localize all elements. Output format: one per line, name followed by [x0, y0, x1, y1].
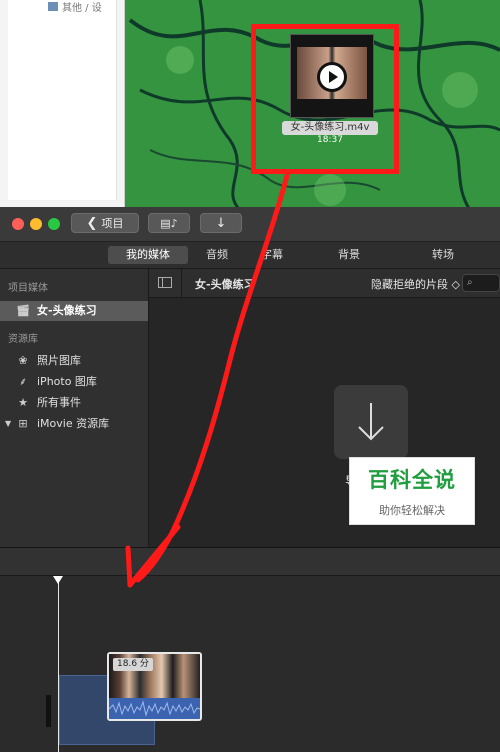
disclosure-triangle-icon[interactable]: ▼ — [5, 414, 11, 434]
tab-audio[interactable]: 音频 — [195, 246, 239, 264]
minimize-window-button[interactable] — [30, 218, 42, 230]
zoom-window-button[interactable] — [48, 218, 60, 230]
download-arrow-icon — [358, 403, 384, 441]
browser-toolbar: 女-头像练习 隐藏拒绝的片段 ◇ ⌕ — [149, 269, 500, 298]
finder-top-item[interactable]: 其他 / 设 — [48, 0, 118, 14]
browser-title: 女-头像练习 — [195, 278, 255, 291]
timeline-header — [0, 548, 500, 576]
sidebar-item-photos[interactable]: ❀ 照片图库 — [0, 351, 148, 371]
sidebar-item-label: iMovie 资源库 — [37, 417, 110, 430]
folder-icon — [48, 2, 58, 11]
close-window-button[interactable] — [12, 218, 24, 230]
media-browser-button[interactable]: ▤♪ — [148, 213, 190, 233]
arrow-down-icon: ↓ — [215, 216, 227, 231]
tab-transitions[interactable]: 转场 — [420, 246, 466, 264]
content-tab-bar: 我的媒体 音频 字幕 背景 转场 — [0, 242, 500, 269]
sidebar-item-iphoto[interactable]: ⸙ iPhoto 图库 — [0, 372, 148, 392]
finder-window: 其他 / 设 — [0, 0, 125, 210]
sidebar-item-label: 所有事件 — [37, 396, 81, 409]
grid-icon: ⊞ — [18, 417, 28, 430]
tab-backgrounds[interactable]: 背景 — [326, 246, 372, 264]
chevron-left-icon: ❮ — [86, 216, 98, 231]
sidebar-toggle-icon[interactable] — [158, 277, 172, 288]
tab-titles[interactable]: 字幕 — [250, 246, 294, 264]
sidebar-item-imovie-library[interactable]: ▼ ⊞ iMovie 资源库 — [0, 414, 148, 434]
watermark-subtitle: 助你轻松解决 — [379, 504, 445, 517]
desktop-background: 其他 / 设 女-头像练习.m4v 18:37 — [0, 0, 500, 210]
back-to-projects-button[interactable]: ❮ 项目 — [71, 213, 139, 233]
timeline-start-handle[interactable] — [46, 695, 51, 727]
import-button[interactable]: ↓ — [200, 213, 242, 233]
flower-icon: ❀ — [18, 354, 28, 367]
toolbar-divider — [181, 269, 182, 297]
playhead-handle[interactable] — [53, 576, 63, 584]
clip-filter-select[interactable]: 隐藏拒绝的片段 ◇ — [371, 276, 460, 292]
timeline: 18.6 分 — [0, 547, 500, 752]
clip-audio-waveform — [109, 698, 200, 719]
star-icon: ★ — [18, 396, 28, 409]
palm-icon: ⸙ — [18, 375, 28, 388]
film-music-icon: ▤♪ — [160, 217, 178, 230]
highlight-box — [251, 24, 399, 174]
sidebar-item-all-events[interactable]: ★ 所有事件 — [0, 393, 148, 413]
clapper-icon: 🎬︎ — [16, 304, 30, 317]
tab-my-media[interactable]: 我的媒体 — [108, 246, 188, 264]
back-button-label: 项目 — [101, 217, 124, 230]
library-sidebar: 项目媒体 🎬︎ 女-头像练习 资源库 ❀ 照片图库 ⸙ iPhoto 图库 ★ 所有事件… — [0, 269, 149, 547]
baike-watermark: 百科全说 助你轻松解决 — [349, 457, 475, 525]
search-icon: ⌕ — [467, 277, 473, 288]
sidebar-item-label: 女-头像练习 — [37, 304, 97, 317]
section-header-libraries: 资源库 — [8, 334, 38, 345]
import-media-button[interactable] — [334, 385, 408, 459]
clip-duration-badge: 18.6 分 — [113, 658, 153, 671]
window-titlebar: ❮ 项目 ▤♪ ↓ — [0, 207, 500, 242]
dragged-video-clip[interactable]: 18.6 分 — [107, 652, 202, 721]
search-field[interactable]: ⌕ — [462, 274, 500, 292]
sidebar-item-label: 照片图库 — [37, 354, 81, 367]
sidebar-item-project[interactable]: 🎬︎ 女-头像练习 — [0, 301, 148, 321]
section-header-project-media: 项目媒体 — [8, 283, 48, 294]
finder-item-label: 其他 / 设 — [62, 3, 102, 14]
watermark-title: 百科全说 — [368, 468, 456, 492]
sidebar-item-label: iPhoto 图库 — [37, 375, 97, 388]
finder-sidebar-panel — [8, 0, 117, 200]
